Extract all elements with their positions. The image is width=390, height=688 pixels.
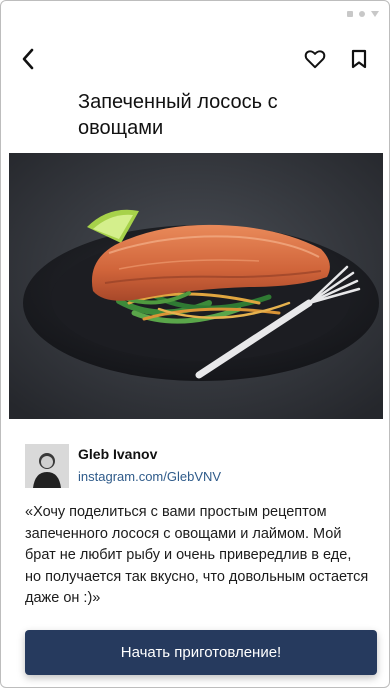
avatar[interactable] xyxy=(25,444,69,488)
favorite-button[interactable] xyxy=(301,45,329,73)
back-button[interactable] xyxy=(21,45,49,73)
bookmark-icon xyxy=(351,49,367,69)
top-bar xyxy=(21,45,373,73)
screen: Запеченный лосось с овощами Gleb Ivanov … xyxy=(0,0,390,688)
signal-icon xyxy=(347,11,353,17)
recipe-description: «Хочу поделиться с вами простым рецептом… xyxy=(25,504,369,606)
chevron-left-icon xyxy=(22,48,34,70)
recipe-photo xyxy=(9,153,383,419)
battery-icon xyxy=(371,11,379,17)
heart-icon xyxy=(304,50,326,69)
start-cooking-button[interactable]: Начать приготовление! xyxy=(25,630,377,675)
status-bar xyxy=(347,11,379,17)
author-name[interactable]: Gleb Ivanov xyxy=(78,446,157,462)
wifi-icon xyxy=(359,11,365,17)
recipe-title: Запеченный лосось с овощами xyxy=(78,91,278,139)
author-block: Gleb Ivanov instagram.com/GlebVNV xyxy=(25,444,369,490)
bookmark-button[interactable] xyxy=(345,45,373,73)
author-link[interactable]: instagram.com/GlebVNV xyxy=(78,469,221,484)
